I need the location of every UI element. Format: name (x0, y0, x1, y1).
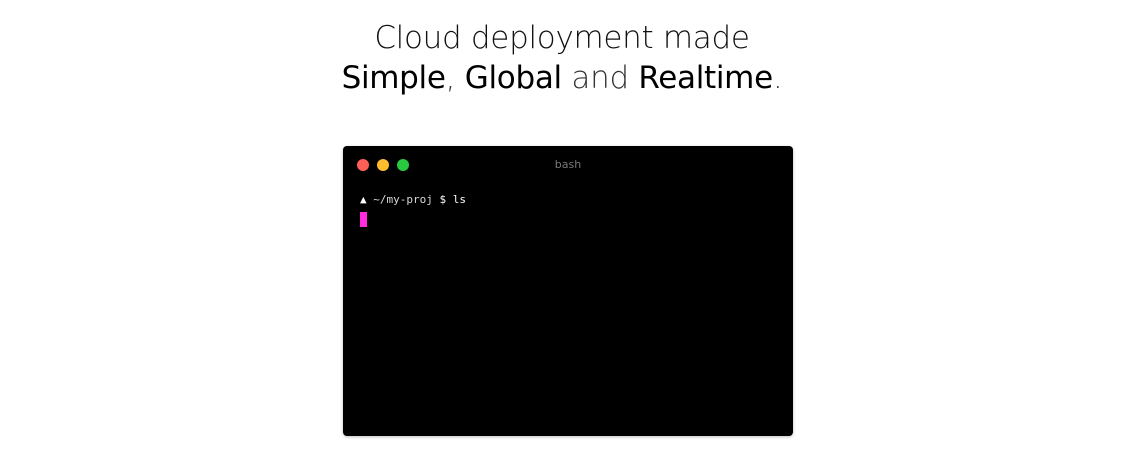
word-global: Global (464, 60, 562, 96)
terminal-window[interactable]: bash ▲ ~/my-proj $ ls (343, 146, 793, 436)
word-and: and (571, 60, 629, 96)
period: . (772, 60, 783, 96)
terminal-prompt-line: ▲ ~/my-proj $ ls (360, 193, 466, 206)
word-simple: Simple (341, 60, 446, 96)
hero-line-2: Simple, Global and Realtime. (0, 58, 1124, 98)
terminal-cursor (360, 212, 367, 227)
comma: , (445, 60, 456, 96)
corner-mark: ʼ (98, 0, 102, 10)
prompt-command: ls (452, 193, 466, 206)
prompt-dollar: $ (439, 193, 447, 206)
prompt-triangle-icon: ▲ (360, 193, 367, 206)
prompt-path: ~/my-proj (373, 193, 433, 206)
hero-line-1: Cloud deployment made (374, 20, 750, 56)
terminal-title: bash (554, 158, 582, 171)
hero-headline: Cloud deployment made Simple, Global and… (0, 18, 1124, 98)
word-realtime: Realtime (638, 60, 773, 96)
